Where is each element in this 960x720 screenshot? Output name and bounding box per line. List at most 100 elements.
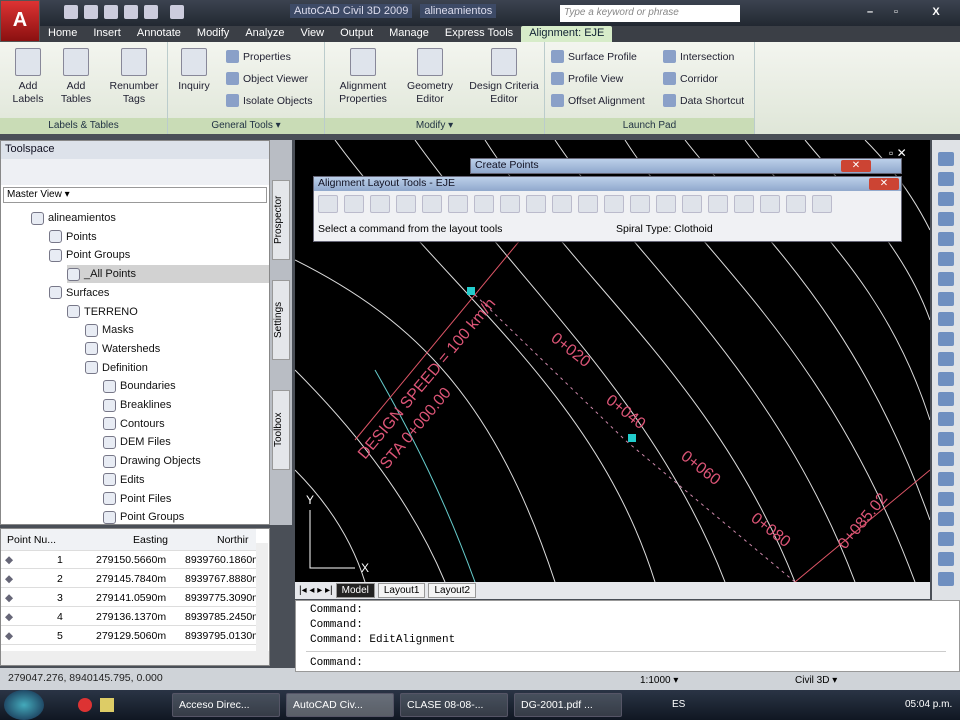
view-select[interactable]: Master View ▾ [3,187,267,203]
draw-tool-icon[interactable] [938,472,954,486]
layout-tool-icon[interactable] [786,195,806,213]
tree-item[interactable]: DEM Files [103,433,171,451]
layout-tool-icon[interactable] [656,195,676,213]
draw-tool-icon[interactable] [938,252,954,266]
layout-tool-icon[interactable] [578,195,598,213]
corridor-button[interactable]: Corridor [663,72,718,85]
workspace-switch[interactable]: Civil 3D ▾ [795,675,837,686]
redo-icon[interactable] [170,5,184,19]
draw-tool-icon[interactable] [938,392,954,406]
tab-layout2[interactable]: Layout2 [428,583,477,598]
draw-tool-icon[interactable] [938,172,954,186]
table-row[interactable]: ◆ 3 279141.0590m 8939775.3090m [1,589,261,607]
save-icon[interactable] [104,5,118,19]
tree-item[interactable]: Watersheds [85,340,160,358]
column-northing[interactable]: Northir [217,534,249,546]
tree-item[interactable]: TERRENO [67,303,138,321]
tab-analyze[interactable]: Analyze [237,26,292,43]
tab-model[interactable]: Model [335,583,375,598]
draw-tool-icon[interactable] [938,432,954,446]
language-indicator[interactable]: ES [672,699,685,710]
draw-tool-icon[interactable] [938,352,954,366]
table-row[interactable]: ◆ 1 279150.5660m 8939760.1860m [1,551,261,569]
layout-tool-icon[interactable] [422,195,442,213]
tab-manage[interactable]: Manage [381,26,437,43]
draw-tool-icon[interactable] [938,512,954,526]
layout-tool-icon[interactable] [760,195,780,213]
tree-item[interactable]: Point Files [103,490,171,508]
tree-item[interactable]: Edits [103,471,144,489]
draw-tool-icon[interactable] [938,312,954,326]
table-row[interactable]: ◆ 5 279129.5060m 8939795.0130m [1,627,261,645]
column-point-number[interactable]: Point Nu... [7,534,56,546]
layout-tool-icon[interactable] [526,195,546,213]
command-input[interactable]: Command: [310,657,363,669]
properties-button[interactable]: Properties [226,50,291,63]
add-tables-button[interactable]: Add Tables [55,48,97,106]
layout-tool-icon[interactable] [344,195,364,213]
taskbar-item[interactable]: Acceso Direc... [172,693,280,717]
layout-tool-icon[interactable] [474,195,494,213]
tree-item[interactable]: Definition [85,359,148,377]
geometry-editor-button[interactable]: Geometry Editor [399,48,461,106]
data-shortcut-button[interactable]: Data Shortcut [663,94,744,107]
draw-tool-icon[interactable] [938,572,954,586]
tree-item[interactable]: Points [49,228,97,246]
inquiry-button[interactable]: Inquiry [174,48,214,93]
layout-tool-icon[interactable] [682,195,702,213]
new-icon[interactable] [64,5,78,19]
tab-alignment-eje[interactable]: Alignment: EJE [521,26,613,43]
tab-express-tools[interactable]: Express Tools [437,26,521,43]
tab-output[interactable]: Output [332,26,381,43]
draw-tool-icon[interactable] [938,372,954,386]
tree-item[interactable]: Breaklines [103,396,171,414]
vertical-scrollbar[interactable] [256,543,268,651]
draw-tool-icon[interactable] [938,232,954,246]
maximize-button[interactable]: ▫ [884,3,908,21]
draw-tool-icon[interactable] [938,292,954,306]
tree-item[interactable]: _All Points [67,265,269,284]
draw-tool-icon[interactable] [938,492,954,506]
open-icon[interactable] [84,5,98,19]
layout-tool-icon[interactable] [708,195,728,213]
layout-tool-icon[interactable] [812,195,832,213]
layout-tool-icon[interactable] [500,195,520,213]
layout-tool-icon[interactable] [318,195,338,213]
close-icon[interactable]: ✕ [869,178,899,190]
grip-point[interactable] [628,434,636,442]
draw-tool-icon[interactable] [938,412,954,426]
folder-icon[interactable] [100,698,114,712]
layout-tool-icon[interactable] [604,195,624,213]
tab-layout1[interactable]: Layout1 [377,583,426,598]
column-easting[interactable]: Easting [133,534,168,546]
profile-view-button[interactable]: Profile View [551,72,623,85]
taskbar-item[interactable]: AutoCAD Civ... [286,693,394,717]
print-icon[interactable] [124,5,138,19]
draw-tool-icon[interactable] [938,532,954,546]
layout-tool-icon[interactable] [552,195,572,213]
horizontal-scrollbar[interactable] [1,651,269,665]
table-row[interactable]: ◆ 2 279145.7840m 8939767.8880m [1,570,261,588]
intersection-button[interactable]: Intersection [663,50,734,63]
tree-item[interactable]: alineamientos [31,209,116,227]
clock[interactable]: 05:04 p.m. [905,699,952,710]
undo-icon[interactable] [144,5,158,19]
tab-settings[interactable]: Settings [272,280,290,360]
start-button[interactable] [4,690,44,720]
draw-tool-icon[interactable] [938,152,954,166]
tree-item[interactable]: Contours [103,415,165,433]
draw-tool-icon[interactable] [938,332,954,346]
surface-profile-button[interactable]: Surface Profile [551,50,637,63]
layout-tool-icon[interactable] [396,195,416,213]
add-labels-button[interactable]: Add Labels [8,48,48,106]
chrome-icon[interactable] [78,698,92,712]
taskbar-item[interactable]: CLASE 08-08-... [400,693,508,717]
layout-tool-icon[interactable] [448,195,468,213]
tab-modify[interactable]: Modify [189,26,237,43]
application-menu-button[interactable]: A [0,0,40,42]
draw-tool-icon[interactable] [938,192,954,206]
tab-annotate[interactable]: Annotate [129,26,189,43]
layout-tool-icon[interactable] [370,195,390,213]
minimize-button[interactable]: – [858,3,882,21]
draw-tool-icon[interactable] [938,452,954,466]
